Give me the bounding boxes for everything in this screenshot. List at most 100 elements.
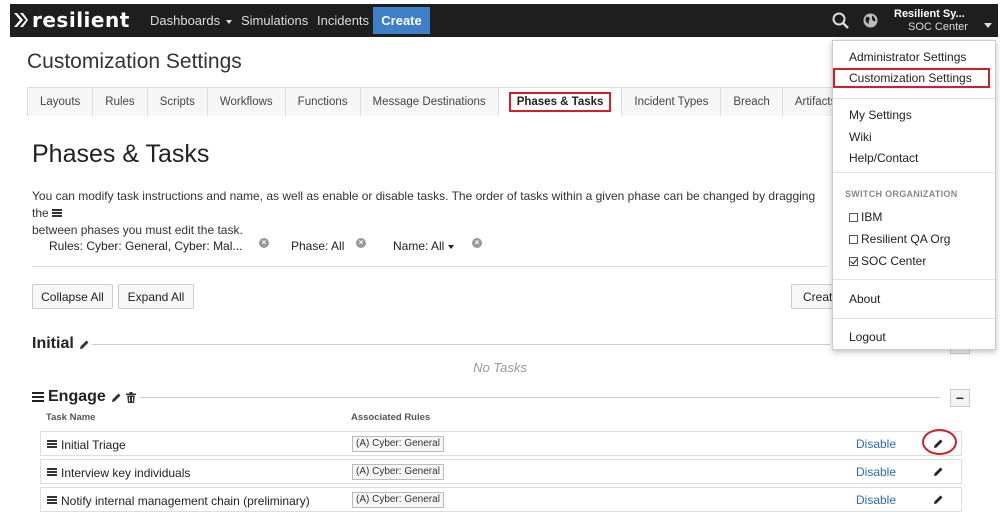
menu-item-my-settings[interactable]: My Settings <box>849 108 912 122</box>
filter-phase[interactable]: Phase: All <box>291 239 344 253</box>
tab-scripts[interactable]: Scripts <box>146 87 208 116</box>
pencil-icon[interactable] <box>933 494 944 505</box>
disable-link[interactable]: Disable <box>856 465 896 479</box>
clear-filter-icon[interactable]: × <box>356 238 366 248</box>
divider <box>140 397 940 398</box>
menu-item-about[interactable]: About <box>849 292 880 306</box>
tab-label: Incident Types <box>634 96 709 108</box>
disable-link[interactable]: Disable <box>856 493 896 507</box>
tab-workflows[interactable]: Workflows <box>206 87 286 116</box>
checkbox-checked-icon[interactable] <box>849 257 858 266</box>
checkbox-icon[interactable] <box>849 213 858 222</box>
filter-rules[interactable]: Rules: Cyber: General, Cyber: Mal... <box>49 239 242 253</box>
filter-bar: Rules: Cyber: General, Cyber: Mal... × P… <box>32 236 827 267</box>
user-name[interactable]: Resilient Sy... <box>894 8 965 20</box>
phase-engage-header: Engage <box>32 388 136 406</box>
column-header-task-name: Task Name <box>46 412 96 423</box>
logo-icon <box>14 13 28 27</box>
trash-icon[interactable] <box>125 391 136 403</box>
nav-simulations[interactable]: Simulations <box>241 13 308 28</box>
org-option-resilient-qa[interactable]: Resilient QA Org <box>849 232 950 246</box>
task-name: Initial Triage <box>61 438 126 452</box>
org-name: IBM <box>861 210 883 224</box>
top-navbar: resilient Dashboards Simulations Inciden… <box>10 4 998 37</box>
phase-name: Engage <box>48 388 106 405</box>
rule-tag: (A) Cyber: General <box>352 492 444 508</box>
divider <box>833 98 995 99</box>
tab-label: Breach <box>733 96 770 108</box>
chevron-down-icon <box>226 19 233 24</box>
section-title: Phases & Tasks <box>32 140 210 168</box>
filter-name[interactable]: Name: All <box>393 239 455 253</box>
tab-label: Workflows <box>219 96 273 108</box>
divider <box>92 344 830 345</box>
org-option-soc-center[interactable]: SOC Center <box>849 254 926 268</box>
rule-tag: (A) Cyber: General <box>352 464 444 480</box>
globe-icon[interactable] <box>862 12 879 29</box>
task-name: Interview key individuals <box>61 466 191 480</box>
tab-rules[interactable]: Rules <box>92 87 148 116</box>
drag-handle-icon[interactable] <box>47 440 57 448</box>
tab-label: Artifacts <box>794 96 837 108</box>
tab-label: Functions <box>297 96 348 108</box>
drag-handle-icon[interactable] <box>47 468 57 476</box>
phase-initial-header: Initial <box>32 335 90 353</box>
tab-layouts[interactable]: Layouts <box>27 87 94 116</box>
user-menu-chevron-icon[interactable] <box>984 23 992 28</box>
task-row[interactable]: Notify internal management chain (prelim… <box>40 487 962 512</box>
expand-all-button[interactable]: Expand All <box>118 284 194 309</box>
task-row[interactable]: Interview key individuals (A) Cyber: Gen… <box>40 459 962 484</box>
tab-incident-types[interactable]: Incident Types <box>621 87 722 116</box>
tab-breach[interactable]: Breach <box>720 87 783 116</box>
org-name: SOC Center <box>861 254 927 268</box>
switch-org-header: SWITCH ORGANIZATION <box>845 189 958 199</box>
menu-item-customization-settings[interactable]: Customization Settings <box>833 68 990 88</box>
search-icon[interactable] <box>832 12 849 29</box>
collapse-all-button[interactable]: Collapse All <box>32 284 113 309</box>
divider <box>833 279 995 280</box>
collapse-phase-button[interactable]: − <box>950 389 970 407</box>
task-row[interactable]: Initial Triage (A) Cyber: General Disabl… <box>40 431 962 456</box>
chevron-down-icon <box>448 244 455 249</box>
pencil-icon[interactable] <box>933 466 944 477</box>
description-line: between phases you must edit the task. <box>32 223 243 237</box>
checkbox-icon[interactable] <box>849 235 858 244</box>
tab-label: Scripts <box>159 96 195 108</box>
org-name: Resilient QA Org <box>861 232 951 246</box>
page-title: Customization Settings <box>27 50 242 73</box>
nav-incidents[interactable]: Incidents <box>317 13 369 28</box>
pencil-icon[interactable] <box>79 339 90 350</box>
tab-message-destinations[interactable]: Message Destinations <box>359 87 499 116</box>
resilient-logo[interactable]: resilient <box>14 8 130 32</box>
divider <box>833 318 995 319</box>
tab-label: Rules <box>105 96 135 108</box>
menu-item-admin-settings[interactable]: Administrator Settings <box>849 50 966 64</box>
clear-filter-icon[interactable]: × <box>259 238 269 248</box>
create-button[interactable]: Create <box>373 7 430 34</box>
task-name: Notify internal management chain (prelim… <box>61 494 310 508</box>
menu-item-wiki[interactable]: Wiki <box>849 130 872 144</box>
user-org[interactable]: SOC Center <box>908 21 968 33</box>
drag-handle-icon[interactable] <box>47 496 57 504</box>
nav-dashboards[interactable]: Dashboards <box>150 13 233 28</box>
clear-filter-icon[interactable]: × <box>472 238 482 248</box>
menu-item-help[interactable]: Help/Contact <box>849 151 918 165</box>
tab-functions[interactable]: Functions <box>284 87 361 116</box>
description-line: You can modify task instructions and nam… <box>32 189 816 220</box>
phase-name: Initial <box>32 335 74 352</box>
drag-handle-icon <box>52 209 63 217</box>
rule-tag: (A) Cyber: General <box>352 436 444 452</box>
logo-text: resilient <box>32 8 130 32</box>
settings-tabs: Layouts Rules Scripts Workflows Function… <box>27 87 850 116</box>
create-task-button[interactable]: Creat <box>791 284 836 309</box>
divider <box>833 172 995 173</box>
org-option-ibm[interactable]: IBM <box>849 210 882 224</box>
tab-phases-tasks[interactable]: Phases & Tasks <box>497 87 623 116</box>
filter-name-label: Name: All <box>393 239 445 253</box>
drag-handle-icon[interactable] <box>32 392 44 402</box>
disable-link[interactable]: Disable <box>856 437 896 451</box>
user-dropdown-menu: Administrator Settings Customization Set… <box>832 40 996 350</box>
menu-item-logout[interactable]: Logout <box>849 330 886 344</box>
pencil-icon[interactable] <box>111 392 122 403</box>
column-header-rules: Associated Rules <box>351 412 431 423</box>
